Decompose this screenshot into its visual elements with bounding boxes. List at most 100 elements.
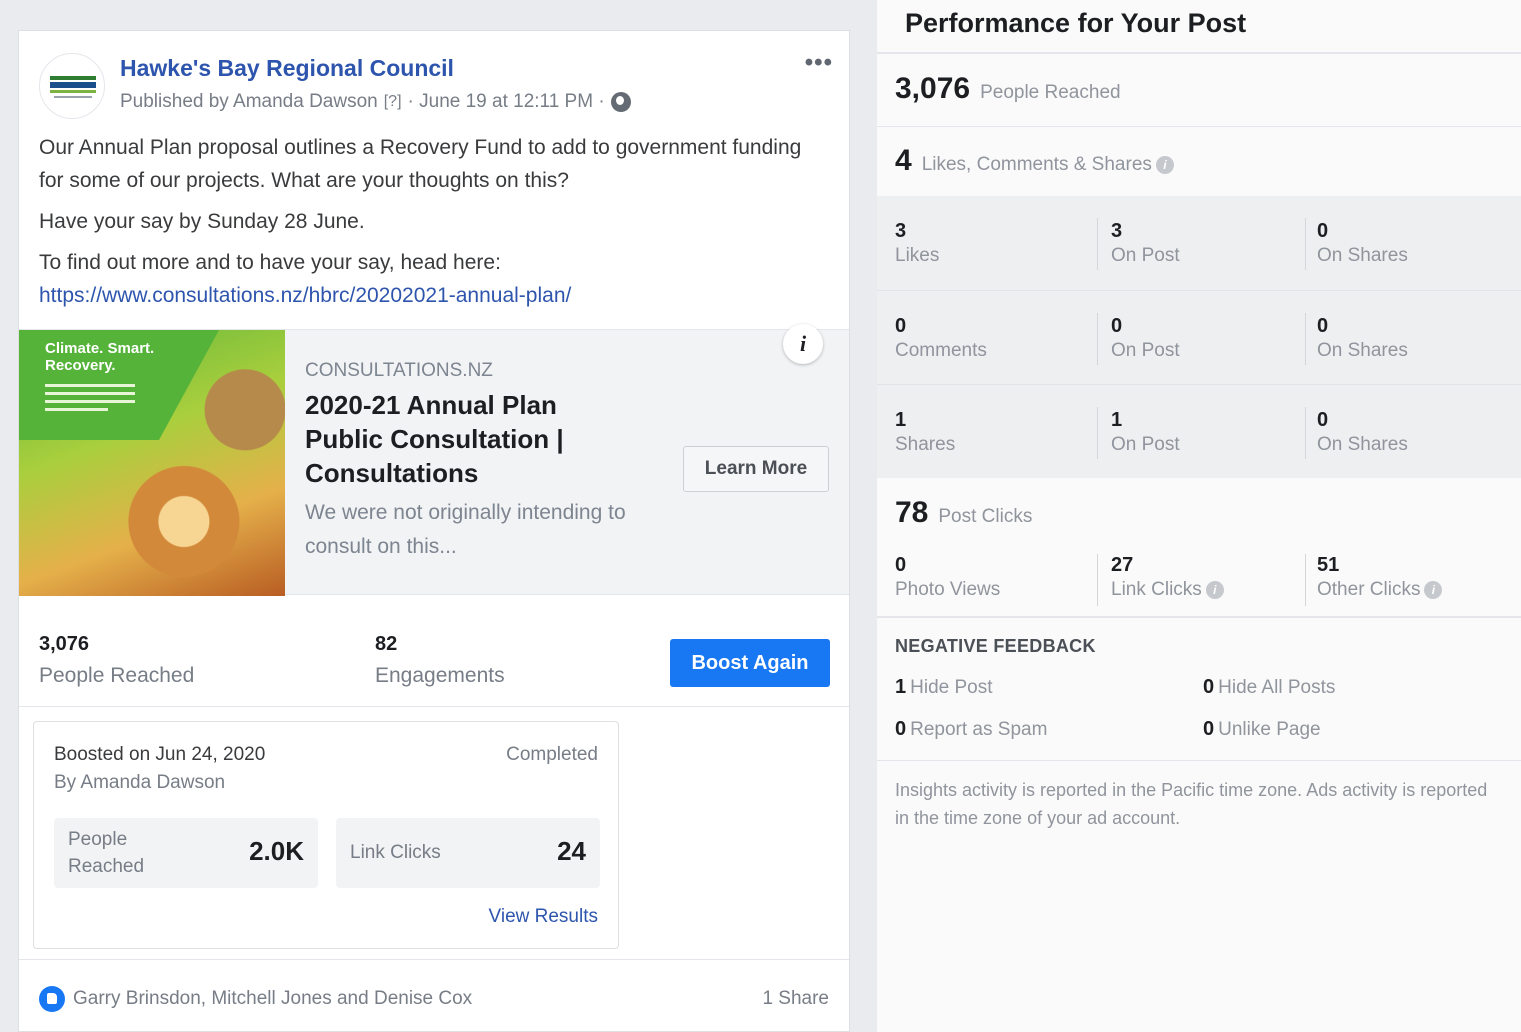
post-stats-row: 3,076 People Reached 82 Engagements Boos… (19, 615, 849, 707)
info-icon[interactable]: i (783, 324, 823, 364)
engagements-value: 82 (375, 633, 398, 655)
shares-on-shares-cell: 0 On Shares (1317, 409, 1408, 456)
clicks-breakdown: 0 Photo Views 27 Link Clicks i 51 Other C… (877, 546, 1521, 618)
post-date[interactable]: · June 19 at 12:11 PM · (408, 91, 605, 113)
boost-date: Boosted on Jun 24, 2020 (54, 744, 266, 765)
boost-again-button[interactable]: Boost Again (670, 639, 830, 687)
cell-num: 0 (895, 315, 907, 337)
cell-label: On Shares (1317, 340, 1408, 361)
comments-row: 0 Comments 0 On Post 0 On Shares (877, 290, 1521, 384)
cell-num: 0 (895, 554, 907, 576)
hide-all-posts-item: 0 Hide All Posts (1203, 676, 1336, 698)
perf-engagement-label: Likes, Comments & Shares i (922, 154, 1174, 176)
cell-label: Photo Views (895, 579, 1001, 600)
preview-title[interactable]: 2020-21 Annual Plan Public Consultation … (305, 388, 615, 490)
link-preview[interactable]: Climate. Smart. Recovery. i CONSULTATION… (19, 324, 849, 596)
reactors-list[interactable]: Garry Brinsdon, Mitchell Jones and Denis… (73, 988, 472, 1010)
column-separator (1305, 554, 1306, 606)
timezone-footnote: Insights activity is reported in the Pac… (895, 780, 1488, 828)
comments-on-shares-cell: 0 On Shares (1317, 315, 1408, 362)
cell-label: On Shares (1317, 434, 1408, 455)
likes-on-post-cell: 3 On Post (1111, 220, 1180, 267)
cell-label: On Post (1111, 434, 1180, 455)
post-body-line: Have your say by Sunday 28 June. (39, 210, 365, 233)
report-spam-item: 0 Report as Spam (895, 718, 1048, 740)
shares-cell: 1 Shares (895, 409, 955, 456)
preview-image-title: Climate. Smart. Recovery. (45, 340, 155, 374)
comments-cell: 0 Comments (895, 315, 987, 362)
column-separator (1097, 407, 1098, 459)
cell-num: 51 (1317, 554, 1340, 576)
preview-image[interactable]: Climate. Smart. Recovery. (19, 330, 285, 596)
boost-people-reached-tile: People Reached 2.0K (54, 818, 318, 888)
page-avatar[interactable] (39, 53, 105, 119)
comments-on-post-cell: 0 On Post (1111, 315, 1180, 362)
post-text: Our Annual Plan proposal outlines a Reco… (39, 131, 829, 312)
post-body-line: Our Annual Plan proposal outlines a Reco… (39, 136, 802, 192)
boost-clicks-label: Link Clicks (350, 842, 441, 863)
hide-post-item: 1 Hide Post (895, 676, 993, 698)
likes-cell: 3 Likes (895, 220, 939, 267)
page-name-link[interactable]: Hawke's Bay Regional Council (120, 55, 454, 82)
more-options-icon[interactable]: ••• (805, 49, 833, 77)
people-reached-value: 3,076 (39, 633, 90, 655)
performance-panel: Performance for Your Post 3,076 People R… (877, 0, 1521, 1032)
engagements-stat: 82 Engagements (375, 633, 505, 688)
cell-num: 3 (1111, 220, 1123, 242)
cell-label: Shares (895, 434, 956, 455)
cell-num: 1 (895, 409, 907, 431)
post-card: Hawke's Bay Regional Council Published b… (18, 30, 850, 1032)
cell-num: 0 (1317, 409, 1329, 431)
column-separator (1305, 407, 1306, 459)
perf-clicks-num: 78 (895, 496, 929, 529)
reactions-row: Garry Brinsdon, Mitchell Jones and Denis… (19, 959, 849, 1031)
cell-label: Likes (895, 245, 940, 266)
cell-num: 3 (895, 220, 907, 242)
people-reached-stat: 3,076 People Reached (39, 633, 194, 688)
view-results-link[interactable]: View Results (489, 906, 598, 928)
globe-icon (610, 92, 631, 112)
like-reaction-icon (39, 986, 65, 1012)
divider (877, 52, 1521, 54)
cell-label: On Shares (1317, 245, 1408, 266)
help-icon[interactable]: i (1424, 580, 1443, 599)
cell-num: 1 (1111, 409, 1123, 431)
column-separator (1097, 554, 1098, 606)
column-separator (1305, 218, 1306, 270)
engagement-breakdown: 3 Likes 3 On Post 0 On Shares 0 Comments… (877, 196, 1521, 478)
help-icon[interactable]: i (1155, 155, 1174, 174)
shares-row: 1 Shares 1 On Post 0 On Shares (877, 384, 1521, 478)
column-separator (1097, 313, 1098, 365)
published-by: Published by Amanda Dawson (120, 91, 378, 112)
engagements-label: Engagements (375, 664, 505, 687)
shares-count[interactable]: 1 Share (762, 988, 829, 1010)
column-separator (1305, 313, 1306, 365)
cell-label: Other Clicks i (1317, 579, 1443, 601)
cell-label: On Post (1111, 340, 1180, 361)
preview-image-lines (45, 384, 135, 416)
cell-label: On Post (1111, 245, 1180, 266)
perf-clicks-label: Post Clicks (938, 506, 1033, 527)
perf-reached-label: People Reached (980, 82, 1121, 103)
perf-reached-num: 3,076 (895, 72, 971, 105)
column-separator (1097, 218, 1098, 270)
shares-on-post-cell: 1 On Post (1111, 409, 1180, 456)
boost-clicks-value: 24 (557, 836, 586, 866)
boost-people-label: People (68, 829, 128, 850)
cell-label: Link Clicks i (1111, 579, 1224, 601)
divider (877, 760, 1521, 761)
boost-status: Completed (506, 744, 598, 765)
divider (877, 126, 1521, 127)
help-icon[interactable]: i (1205, 580, 1224, 599)
post-clicks-metric: 78 Post Clicks (895, 496, 1032, 530)
people-reached-label: People Reached (39, 664, 195, 687)
other-clicks-cell: 51 Other Clicks i (1317, 554, 1443, 601)
help-marker[interactable]: [?] (384, 93, 402, 111)
boost-summary: Boosted on Jun 24, 2020 By Amanda Dawson… (33, 721, 619, 949)
post-url-link[interactable]: https://www.consultations.nz/hbrc/202020… (39, 279, 829, 312)
likes-on-shares-cell: 0 On Shares (1317, 220, 1408, 267)
performance-title: Performance for Your Post (905, 8, 1247, 38)
cell-num: 0 (1317, 220, 1329, 242)
post-header: Hawke's Bay Regional Council Published b… (39, 49, 833, 119)
learn-more-button[interactable]: Learn More (683, 446, 829, 492)
